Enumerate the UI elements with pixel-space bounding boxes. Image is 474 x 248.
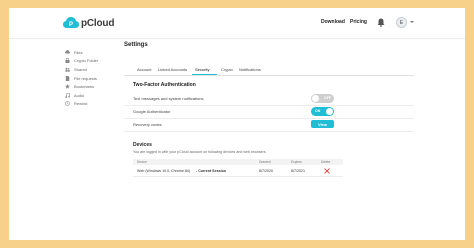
toggle-state: ON: [315, 109, 321, 113]
text-messages-toggle[interactable]: OFF: [311, 94, 334, 103]
toggle-knob: [312, 95, 319, 102]
avatar-initial: E: [399, 19, 404, 26]
cloud-icon: [65, 50, 70, 55]
granted-date: 8/7/2020: [259, 169, 273, 173]
file-request-icon: [65, 75, 70, 81]
text-messages-label: Text messages and system notifications: [133, 96, 204, 101]
page-title: Settings: [124, 42, 148, 48]
close-icon[interactable]: [324, 168, 330, 174]
toggle-knob: [326, 108, 333, 115]
bell-icon[interactable]: [377, 18, 385, 27]
settings-tabs: Account Linked Accounts Security Crypto …: [124, 65, 414, 76]
sidebar-item-label: Crypto Folder: [74, 58, 99, 64]
cloud-logo-icon: P: [63, 17, 79, 28]
top-bar: P pCloud Download Pricing E: [9, 8, 465, 39]
lock-icon: [65, 58, 70, 64]
rewind-icon: [65, 101, 70, 107]
tab-crypto[interactable]: Crypto: [221, 67, 233, 72]
active-tab-indicator: [192, 74, 217, 75]
pricing-link[interactable]: Pricing: [350, 19, 367, 25]
sidebar: Files Crypto Folder Shared File requests…: [65, 48, 125, 108]
sidebar-item-shared[interactable]: Shared: [65, 65, 125, 74]
sidebar-item-label: Audio: [74, 92, 85, 98]
devices-description: You are logged in with your pCloud accou…: [133, 150, 267, 154]
current-session-label: - Current Session: [196, 169, 226, 173]
sidebar-item-audio[interactable]: Audio: [65, 91, 125, 100]
column-delete: Delete: [321, 160, 331, 164]
devices-title: Devices: [133, 142, 152, 148]
text-messages-row: Text messages and system notifications O…: [124, 93, 414, 106]
sidebar-item-bookmarks[interactable]: Bookmarks: [65, 82, 125, 91]
chevron-down-icon[interactable]: [410, 21, 414, 23]
view-recovery-codes-button[interactable]: View: [311, 120, 334, 128]
toggle-state: OFF: [324, 96, 331, 100]
google-authenticator-toggle[interactable]: ON: [311, 107, 334, 116]
tab-linked-accounts[interactable]: Linked Accounts: [158, 67, 187, 72]
settings-panel: Settings Account Linked Accounts Securit…: [124, 42, 414, 177]
sidebar-item-files[interactable]: Files: [65, 48, 125, 57]
sidebar-item-label: Files: [74, 49, 83, 55]
tab-security[interactable]: Security: [195, 67, 209, 72]
expires-date: 8/7/2021: [291, 169, 305, 173]
devices-table-header: Device Granted Expires Delete: [133, 159, 343, 165]
avatar[interactable]: E: [396, 17, 407, 28]
star-icon: [65, 84, 70, 89]
google-authenticator-row: Google Authenticator ON: [124, 106, 414, 119]
brand-name: pCloud: [81, 17, 115, 29]
pcloud-logo[interactable]: P pCloud: [63, 16, 114, 30]
table-row: Web (Windows 10.0, Chrome 84) - Current …: [133, 166, 343, 177]
download-link[interactable]: Download: [321, 19, 345, 25]
device-name: Web (Windows 10.0, Chrome 84): [137, 169, 191, 173]
column-granted: Granted: [259, 160, 271, 164]
share-icon: [65, 67, 70, 72]
tab-account[interactable]: Account: [137, 67, 151, 72]
column-expires: Expires: [291, 160, 302, 164]
app-window: P pCloud Download Pricing E Files Crypto…: [9, 8, 465, 240]
sidebar-item-rewind[interactable]: Rewind: [65, 100, 125, 109]
recovery-codes-label: Recovery codes: [133, 122, 162, 127]
sidebar-item-label: Rewind: [74, 101, 88, 107]
column-device: Device: [137, 160, 147, 164]
recovery-codes-row: Recovery codes View: [124, 119, 414, 132]
sidebar-item-label: File requests: [74, 75, 97, 81]
tab-notifications[interactable]: Notifications: [239, 67, 261, 72]
sidebar-item-label: Shared: [74, 66, 87, 72]
music-icon: [65, 92, 70, 98]
sidebar-item-label: Bookmarks: [74, 84, 95, 90]
sidebar-item-file-requests[interactable]: File requests: [65, 74, 125, 83]
google-authenticator-label: Google Authenticator: [133, 109, 171, 114]
sidebar-item-crypto-folder[interactable]: Crypto Folder: [65, 57, 125, 66]
two-factor-title: Two-Factor Authentication: [133, 82, 196, 88]
svg-text:P: P: [69, 22, 73, 28]
